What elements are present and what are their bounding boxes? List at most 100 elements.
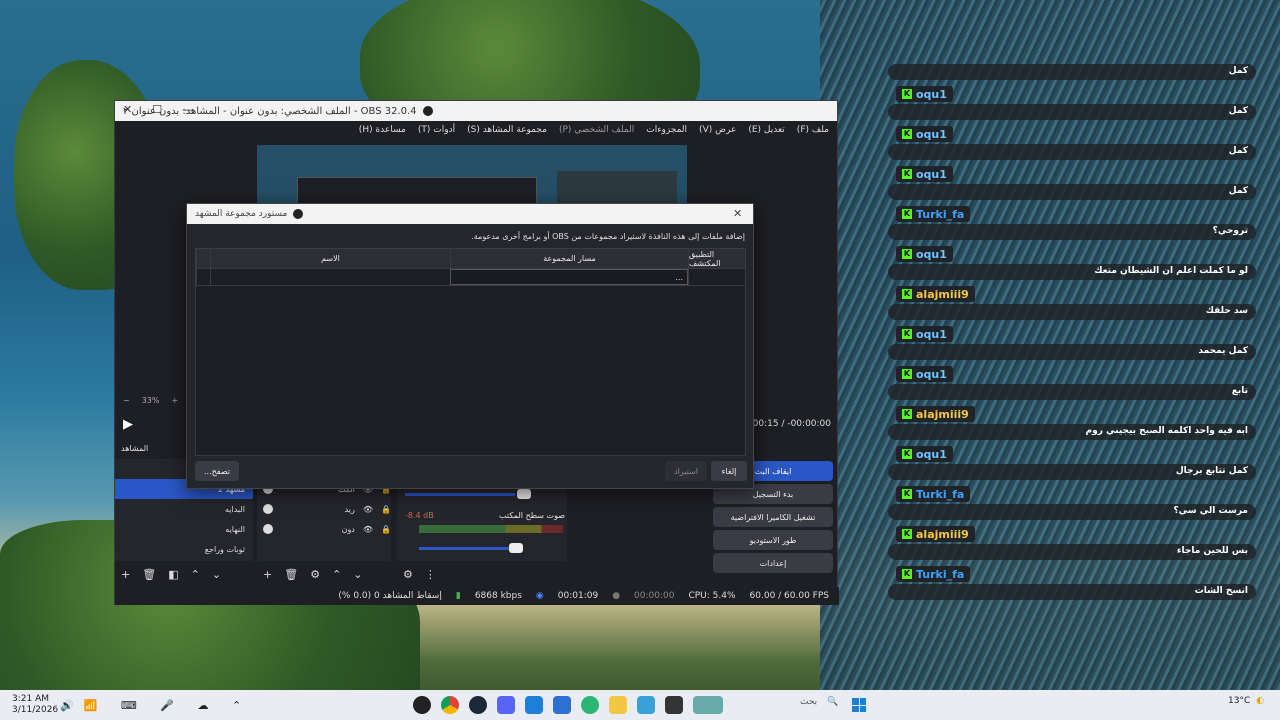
more-icon[interactable]: ⋮ — [425, 568, 436, 581]
close-icon[interactable]: ✕ — [733, 207, 742, 220]
photos-icon[interactable] — [637, 696, 655, 714]
add-icon[interactable]: + — [263, 568, 272, 581]
source-row[interactable]: دون 👁 🔒 — [257, 519, 391, 539]
chat-message: K Turki_fa مرست الي سي؟ — [888, 486, 1256, 520]
trash-icon[interactable]: 🗑 — [284, 568, 298, 581]
chrome-icon[interactable] — [441, 696, 459, 714]
menu-help[interactable]: مساعدة (H) — [359, 125, 406, 135]
cancel-button[interactable]: إلغاء — [711, 461, 747, 481]
chat-message: Koqu1 تابع — [888, 366, 1256, 400]
play-icon[interactable]: ▶ — [123, 417, 133, 432]
import-button[interactable]: استيراد — [665, 461, 707, 481]
kick-badge-icon: K — [902, 529, 912, 539]
chat-username-text: Turki_fa — [916, 487, 965, 501]
search-icon: 🔍 — [827, 697, 839, 707]
name-cell[interactable] — [210, 269, 450, 285]
move-up-icon[interactable]: ⌃ — [332, 568, 341, 581]
menu-tools[interactable]: أدوات (T) — [418, 125, 455, 135]
virtual-camera-button[interactable]: تشغيل الكاميرا الافتراضية — [713, 507, 833, 527]
weather-temp: 13°C — [1228, 696, 1251, 706]
scene-item[interactable]: البدايه — [115, 499, 253, 519]
chat-username: Kalajmiii9 — [896, 406, 975, 422]
close-icon[interactable]: ✕ — [123, 103, 132, 116]
browse-ellipsis[interactable]: ... — [675, 273, 683, 282]
kick-badge-icon: K — [902, 369, 912, 379]
zoom-in-icon[interactable]: + — [171, 396, 178, 405]
maximize-icon[interactable]: ☐ — [152, 103, 162, 116]
kick-badge-icon: K — [902, 289, 912, 299]
chat-message: Koqu1 كمل — [888, 166, 1256, 200]
browse-button[interactable]: ...تصفح — [195, 461, 239, 481]
mixer-slider-handle[interactable] — [509, 543, 523, 553]
chat-username: Koqu1 — [896, 326, 953, 342]
fps-readout: 60.00 / 60.00 FPS — [749, 591, 829, 601]
tray-icons[interactable]: 🔊📶 ⌨ 🎤 ☁ ⌃ — [60, 699, 251, 712]
taskbar: 3:21 AM 3/11/2026 🔊📶 ⌨ 🎤 ☁ ⌃ بحث 🔍 13°C … — [0, 690, 1280, 720]
mixer-volume-slider[interactable] — [419, 547, 509, 550]
mixer-volume-slider[interactable] — [405, 493, 515, 496]
menu-scene-collection[interactable]: مجموعة المشاهد (S) — [467, 125, 547, 135]
search-box[interactable]: بحث 🔍 — [800, 697, 838, 707]
weather-moon-icon: ◐ — [1256, 696, 1265, 706]
minimize-icon[interactable]: — — [182, 103, 193, 116]
kick-badge-icon: K — [902, 169, 912, 179]
discord-icon[interactable] — [497, 696, 515, 714]
move-down-icon[interactable]: ⌄ — [353, 568, 362, 581]
mixer-channel-header: -8.4 dB صوت سطح المكتب — [405, 511, 565, 520]
chat-username-text: oqu1 — [916, 327, 947, 341]
mixer-db-readout: -8.4 dB — [405, 511, 434, 520]
explorer-icon[interactable] — [609, 696, 627, 714]
filter-icon[interactable]: ◧ — [168, 568, 178, 581]
menu-file[interactable]: ملف (F) — [797, 125, 829, 135]
chat-message: Koqu1 كمل — [888, 126, 1256, 160]
mail-icon[interactable] — [525, 696, 543, 714]
menu-docks[interactable]: المجزوءات — [646, 125, 687, 135]
menu-view[interactable]: عرض (V) — [699, 125, 736, 135]
row-check[interactable] — [196, 269, 210, 285]
clock-time: 3:21 AM — [12, 694, 49, 704]
detected-app-cell — [688, 269, 745, 285]
dropped-frames: إسقاط المشاهد 0 (0.0 %) — [338, 591, 442, 601]
move-up-icon[interactable]: ⌃ — [191, 568, 200, 581]
menu-edit[interactable]: تعديل (E) — [748, 125, 784, 135]
kick-badge-icon: K — [902, 449, 912, 459]
add-icon[interactable]: + — [121, 568, 130, 581]
dialog-description: إضافة ملفات إلى هذه النافذة لاستيراد مجم… — [471, 232, 745, 241]
move-down-icon[interactable]: ⌄ — [212, 568, 221, 581]
kick-badge-icon: K — [902, 89, 912, 99]
eye-icon[interactable]: 👁 — [363, 525, 373, 534]
source-row[interactable]: ريد 👁 🔒 — [257, 499, 391, 519]
menu-profile[interactable]: الملف الشخصي (P) — [559, 125, 634, 135]
scene-item[interactable]: ثوبات وراجع — [115, 539, 253, 559]
clock[interactable]: 3:21 AM 3/11/2026 — [0, 694, 60, 716]
obs-app-icon[interactable] — [413, 696, 431, 714]
weather-widget[interactable]: 13°C ◐ — [1228, 696, 1264, 706]
lock-icon[interactable]: 🔒 — [381, 525, 391, 534]
terminal-icon[interactable] — [665, 696, 683, 714]
thumbnail-icon[interactable] — [693, 696, 723, 714]
scene-item[interactable]: النهايه — [115, 519, 253, 539]
chat-message: Koqu1 كمل — [888, 86, 1256, 120]
studio-mode-button[interactable]: طور الاستوديو — [713, 530, 833, 550]
zoom-out-icon[interactable]: − — [123, 396, 130, 405]
kick-badge-icon: K — [902, 129, 912, 139]
import-table-header: الاسم مسار المجموعة التطبيق المكتشف — [196, 249, 745, 269]
steam-icon[interactable] — [469, 696, 487, 714]
edge-icon[interactable] — [581, 696, 599, 714]
mixer-settings-icon[interactable]: ⚙ — [403, 568, 413, 581]
trash-icon[interactable]: 🗑 — [142, 568, 156, 581]
lock-icon[interactable]: 🔒 — [381, 505, 391, 514]
settings-button[interactable]: إعدادات — [713, 553, 833, 573]
store-icon[interactable] — [553, 696, 571, 714]
mixer-slider-handle[interactable] — [517, 489, 531, 499]
chat-username-text: alajmiii9 — [916, 407, 969, 421]
path-cell[interactable]: ... — [450, 269, 688, 285]
chat-username: Kalajmiii9 — [896, 526, 975, 542]
import-table: الاسم مسار المجموعة التطبيق المكتشف ... — [195, 248, 746, 456]
start-windows-icon[interactable] — [852, 698, 866, 712]
gear-icon[interactable]: ⚙ — [310, 568, 320, 581]
chat-text: تروحي؟ — [888, 224, 1256, 240]
chat-message: Kalajmiii9 ابه فيه واحد اكلمه الصبح بيجين… — [888, 406, 1256, 440]
eye-icon[interactable]: 👁 — [363, 505, 373, 514]
source-type-icon — [263, 524, 273, 534]
